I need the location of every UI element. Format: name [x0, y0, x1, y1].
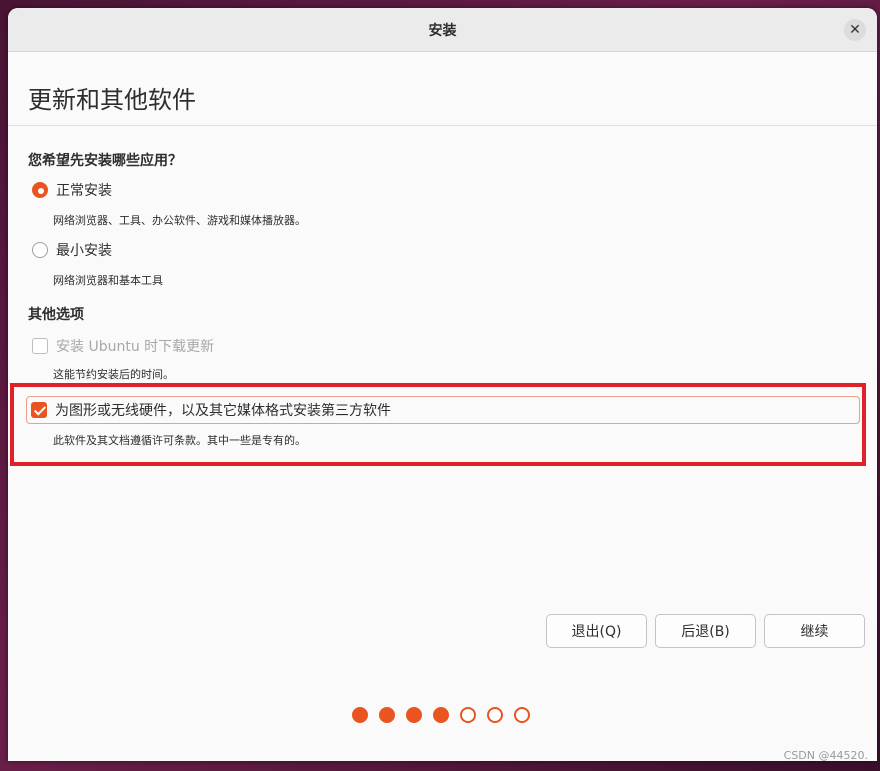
third-party-label: 为图形或无线硬件，以及其它媒体格式安装第三方软件 — [55, 403, 391, 419]
button-bar: 退出(Q) 后退(B) 继续 — [546, 614, 865, 648]
progress-dot — [406, 707, 422, 723]
other-options-heading: 其他选项 — [28, 307, 84, 323]
page-title: 更新和其他软件 — [28, 86, 196, 114]
installer-window: 安装 ✕ 更新和其他软件 您希望先安装哪些应用？ 正常安装 网络浏览器、工具、办… — [8, 8, 877, 761]
download-updates-desc: 这能节约安装后的时间。 — [53, 368, 174, 381]
close-button[interactable]: ✕ — [844, 19, 866, 41]
page-header: 更新和其他软件 — [8, 52, 877, 126]
normal-install-desc: 网络浏览器、工具、办公软件、游戏和媒体播放器。 — [53, 214, 306, 227]
back-button[interactable]: 后退(B) — [655, 614, 756, 648]
normal-install-label: 正常安装 — [56, 183, 112, 199]
progress-dot — [433, 707, 449, 723]
third-party-desc: 此软件及其文档遵循许可条款。其中一些是专有的。 — [53, 434, 306, 447]
progress-dot — [487, 707, 503, 723]
progress-dots — [352, 707, 530, 723]
title-bar: 安装 ✕ — [8, 8, 877, 52]
normal-install-option[interactable]: 正常安装 — [28, 178, 857, 202]
third-party-option[interactable]: 为图形或无线硬件，以及其它媒体格式安装第三方软件 — [26, 396, 860, 424]
progress-dot — [514, 707, 530, 723]
progress-dot — [379, 707, 395, 723]
window-title: 安装 — [428, 22, 457, 39]
install-question: 您希望先安装哪些应用？ — [28, 153, 182, 169]
quit-button[interactable]: 退出(Q) — [546, 614, 647, 648]
download-updates-option: 安装 Ubuntu 时下载更新 — [28, 334, 857, 358]
minimal-install-option[interactable]: 最小安装 — [28, 238, 857, 262]
download-updates-checkbox — [32, 338, 48, 354]
normal-install-radio[interactable] — [32, 182, 48, 198]
download-updates-label: 安装 Ubuntu 时下载更新 — [56, 339, 215, 355]
third-party-checkbox[interactable] — [31, 402, 47, 418]
watermark: CSDN @44520. — [783, 749, 868, 762]
minimal-install-desc: 网络浏览器和基本工具 — [53, 274, 163, 287]
minimal-install-label: 最小安装 — [56, 243, 112, 259]
close-icon: ✕ — [849, 22, 861, 38]
progress-dot — [352, 707, 368, 723]
minimal-install-radio[interactable] — [32, 242, 48, 258]
progress-dot — [460, 707, 476, 723]
continue-button[interactable]: 继续 — [764, 614, 865, 648]
main-content: 您希望先安装哪些应用？ 正常安装 网络浏览器、工具、办公软件、游戏和媒体播放器。… — [8, 126, 877, 452]
